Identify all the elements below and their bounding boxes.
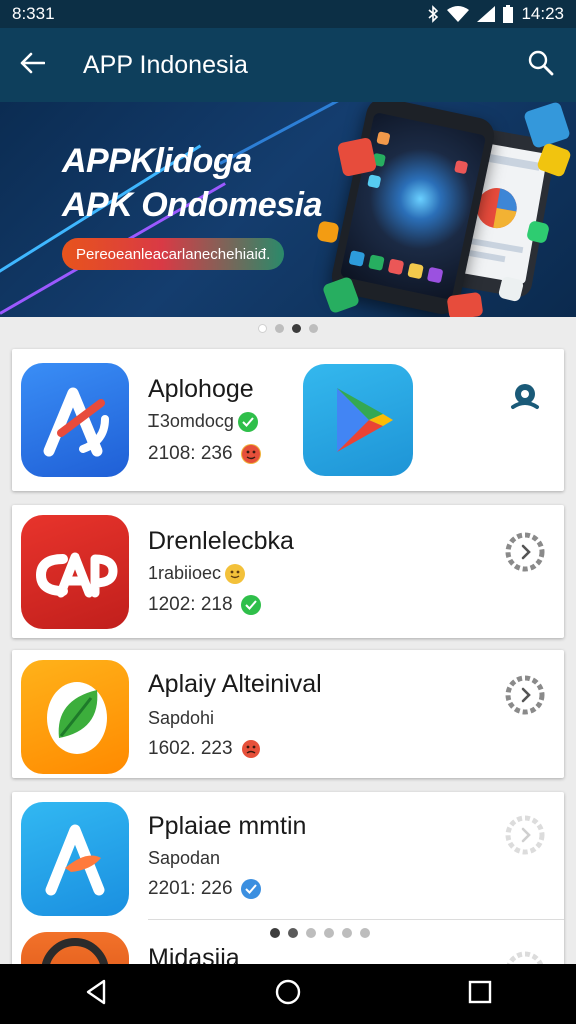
check-badge-icon xyxy=(240,595,261,615)
letter-a-icon xyxy=(21,802,129,916)
carousel-dot[interactable] xyxy=(258,324,267,333)
floating-app-tile xyxy=(446,291,484,317)
status-time: 8:331 xyxy=(12,4,55,23)
page-dot[interactable] xyxy=(324,928,334,938)
search-icon xyxy=(528,50,554,81)
arrow-left-icon xyxy=(19,52,46,79)
download-progress-icon[interactable] xyxy=(502,672,548,718)
signal-icon xyxy=(477,6,496,22)
back-button[interactable] xyxy=(0,28,64,102)
app-developer: 1rabiioec xyxy=(148,563,222,583)
page-dot[interactable] xyxy=(342,928,352,938)
page-dot[interactable] xyxy=(288,928,298,938)
download-progress-icon[interactable] xyxy=(502,529,548,575)
play-store-icon[interactable] xyxy=(303,364,413,476)
nav-recents-button[interactable] xyxy=(440,964,520,1024)
bluetooth-icon xyxy=(427,5,439,23)
promo-banner[interactable]: APPKlidoga APK Ondomesia Pereoeanleacarl… xyxy=(0,102,576,317)
wifi-icon xyxy=(447,6,470,22)
banner-headline-1: APPKlidoga xyxy=(62,142,252,180)
cap-icon xyxy=(21,515,129,629)
page-dot[interactable] xyxy=(360,928,370,938)
page-dot[interactable] xyxy=(306,928,316,938)
carousel-indicator xyxy=(0,324,576,333)
app-card[interactable]: Aplaiy Alteinival Sapdohi 1602. 223 xyxy=(12,650,564,778)
floating-app-tile xyxy=(316,220,340,244)
status-clock: 14:23 xyxy=(521,4,564,23)
floating-app-tile xyxy=(497,275,525,303)
divider xyxy=(148,919,564,920)
app-developer: Sapodan xyxy=(148,848,221,868)
emoji-icon xyxy=(241,739,261,759)
triangle-back-icon xyxy=(84,979,108,1010)
check-badge-icon xyxy=(237,411,258,432)
aplohoge-icon xyxy=(21,363,129,477)
app-stats: 2201: 226 xyxy=(148,878,233,899)
carousel-dot[interactable] xyxy=(275,324,284,333)
status-bar: 8:331 14:23 xyxy=(0,0,576,28)
app-name: Aplaiy Alteinival xyxy=(148,670,322,698)
app-developer: Sapdohi xyxy=(148,708,215,728)
emoji-icon xyxy=(240,444,261,464)
square-recents-icon xyxy=(468,980,492,1009)
circle-home-icon xyxy=(275,979,301,1010)
app-name: Pplaiae mmtin xyxy=(148,812,307,840)
app-card[interactable]: Aplohoge Ꮖ3omdocg 2108: 236 xyxy=(12,349,564,491)
verified-badge-icon xyxy=(240,879,261,899)
app-card[interactable]: Drenlelecbka 1rabiioec 1202: 218 xyxy=(12,505,564,638)
app-name: Aplohoge xyxy=(148,375,254,403)
app-stats: 2108: 236 xyxy=(148,443,233,464)
banner-tagline: Pereoeanleacarlanechehiaiđ. xyxy=(62,238,285,270)
page-title: APP Indonesia xyxy=(83,50,248,79)
battery-icon xyxy=(503,5,514,23)
app-stats: 1602. 223 xyxy=(148,738,233,759)
app-bar: APP Indonesia xyxy=(0,28,576,102)
app-name: Drenlelecbka xyxy=(148,527,294,555)
carousel-dot-active[interactable] xyxy=(292,324,301,333)
list-pagination xyxy=(270,928,370,938)
search-button[interactable] xyxy=(506,28,576,102)
carousel-dot[interactable] xyxy=(309,324,318,333)
app-stats: 1202: 218 xyxy=(148,594,233,615)
app-card[interactable]: Pplaiae mmtin Sapodan 2201: 226 Midasiia xyxy=(12,792,564,992)
nav-back-button[interactable] xyxy=(56,964,136,1024)
nav-home-button[interactable] xyxy=(248,964,328,1024)
system-nav-bar xyxy=(0,964,576,1024)
floating-app-tile xyxy=(336,136,378,178)
banner-headline-2: APK Ondomesia xyxy=(62,186,322,224)
page-dot[interactable] xyxy=(270,928,280,938)
emoji-icon xyxy=(225,563,246,584)
download-progress-icon[interactable] xyxy=(502,812,548,858)
app-developer: Ꮖ3omdocg xyxy=(148,411,234,431)
location-pin-icon[interactable] xyxy=(502,375,548,421)
leaf-icon xyxy=(21,660,129,774)
